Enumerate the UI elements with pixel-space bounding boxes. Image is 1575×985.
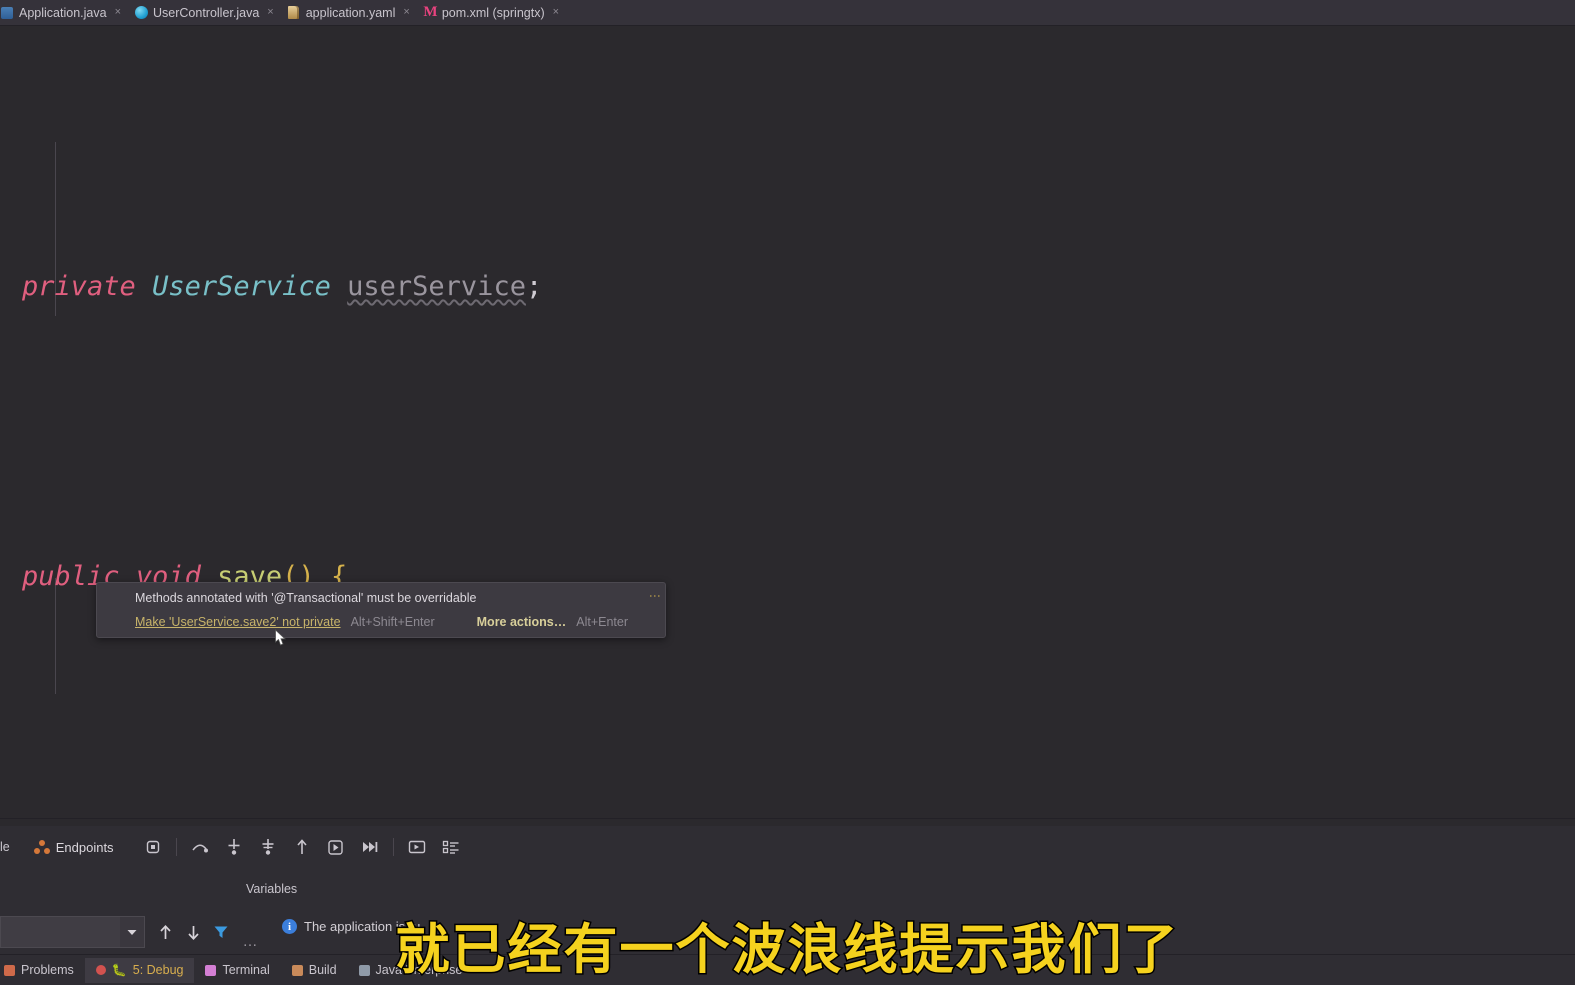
spring-bean-icon [134, 6, 148, 20]
vertical-dots-icon[interactable]: ⋮ [648, 590, 662, 602]
force-step-into-icon [262, 839, 274, 855]
statusbar-item-terminal[interactable]: Terminal [194, 958, 280, 983]
application-status-text: The application is ru [304, 919, 421, 934]
ide-window: Application.java × UserController.java ×… [0, 0, 1575, 985]
statusbar-label: Problems [21, 963, 74, 977]
filter-button[interactable] [209, 920, 233, 944]
tab-label: pom.xml (springtx) [441, 5, 545, 20]
statusbar-label: 5: Debug [132, 963, 184, 977]
step-out-icon [296, 839, 307, 854]
run-to-cursor-icon [328, 839, 343, 855]
fix-shortcut-label: Alt+Shift+Enter [350, 615, 435, 629]
tab-label: Application.java [19, 5, 107, 20]
statusbar-item-debug[interactable]: 🐛 5: Debug [84, 957, 195, 983]
run-to-cursor-button[interactable] [321, 832, 351, 862]
tab-close-icon[interactable]: × [267, 7, 273, 18]
arrow-up-icon [159, 924, 171, 939]
more-options-button[interactable]: … [238, 930, 262, 954]
statusbar-item-problems[interactable]: Problems [0, 958, 85, 983]
move-down-button[interactable] [181, 920, 205, 944]
stop-button[interactable] [138, 832, 168, 862]
toolbar-left-label: le [0, 840, 10, 854]
tab-label: UserController.java [153, 5, 260, 20]
variables-tab-label[interactable]: Variables [246, 882, 297, 896]
code-content: private UserService userService; public … [0, 26, 1575, 818]
tab-close-icon[interactable]: × [553, 7, 559, 18]
token-semicolon: ; [525, 271, 543, 302]
token-type-userservice: UserService [152, 271, 331, 302]
intention-action-popup[interactable]: Methods annotated with '@Transactional' … [96, 582, 666, 638]
step-out-button[interactable] [287, 832, 317, 862]
breakpoint-icon [95, 965, 106, 975]
stop-icon [146, 840, 159, 854]
tab-label: application.yaml [305, 5, 396, 20]
statusbar-label: Terminal [222, 963, 270, 977]
endpoints-label: Endpoints [55, 839, 114, 855]
application-status: i The application is ru [282, 919, 420, 934]
code-line-1: private UserService userService; [0, 258, 1575, 316]
code-editor[interactable]: private UserService userService; public … [0, 26, 1575, 818]
step-over-icon [191, 844, 208, 853]
tab-close-icon[interactable]: × [403, 7, 409, 18]
move-up-button[interactable] [153, 920, 177, 944]
tab-application-yaml[interactable]: application.yaml × [281, 0, 417, 26]
info-icon: i [282, 919, 297, 934]
debug-toolbar: le Endpoints [0, 826, 1575, 868]
endpoints-icon [33, 840, 50, 854]
more-actions-link[interactable]: More actions… [477, 615, 567, 629]
statusbar-label: Java Enterprise [375, 963, 463, 977]
make-not-private-link[interactable]: Make 'UserService.save2' not private [135, 615, 341, 629]
arrow-down-icon [187, 925, 199, 940]
resume-program-icon [362, 842, 377, 852]
panel-divider [0, 818, 1575, 819]
settings-list-icon [442, 840, 459, 854]
chevron-down-icon[interactable] [120, 917, 144, 947]
debug-panel [0, 868, 1575, 954]
token-field-userservice: userService [347, 271, 526, 302]
status-bar: Problems 🐛 5: Debug Terminal Build Java … [0, 954, 1575, 985]
step-over-button[interactable] [185, 832, 215, 862]
token-private: private [22, 271, 136, 302]
problems-icon [4, 964, 15, 976]
evaluate-expression-button[interactable] [402, 832, 432, 862]
frames-selector[interactable] [0, 916, 145, 948]
statusbar-label: Build [308, 963, 337, 977]
step-into-icon [228, 839, 240, 855]
editor-tab-bar: Application.java × UserController.java ×… [0, 0, 1575, 26]
more-shortcut-label: Alt+Enter [576, 615, 629, 629]
intention-message: Methods annotated with '@Transactional' … [135, 591, 477, 605]
step-into-button[interactable] [219, 832, 249, 862]
intention-actions-row: Make 'UserService.save2' not private Alt… [135, 615, 628, 629]
tab-close-icon[interactable]: × [115, 7, 121, 18]
force-step-into-button[interactable] [253, 832, 283, 862]
ellipsis-icon: … [242, 933, 258, 950]
java-ee-icon [358, 964, 370, 976]
tab-usercontroller-java[interactable]: UserController.java × [128, 0, 281, 26]
yaml-file-icon [287, 6, 301, 20]
tab-application-java[interactable]: Application.java × [0, 0, 128, 26]
terminal-icon [205, 964, 217, 976]
filter-icon [214, 926, 228, 938]
toolbar-divider [175, 838, 177, 856]
show-variables-button[interactable] [436, 832, 466, 862]
debug-icon: 🐛 [111, 963, 127, 977]
endpoints-button[interactable]: Endpoints [33, 839, 114, 855]
statusbar-item-java-enterprise[interactable]: Java Enterprise [348, 958, 474, 983]
resume-button[interactable] [355, 832, 385, 862]
toolbar-divider [392, 838, 394, 856]
build-icon [291, 964, 303, 976]
maven-file-icon: M [423, 3, 438, 20]
statusbar-item-build[interactable]: Build [281, 958, 348, 983]
evaluate-expression-icon [408, 840, 425, 854]
java-file-icon [0, 6, 14, 20]
tab-pom-xml[interactable]: M pom.xml (springtx) × [417, 0, 566, 26]
